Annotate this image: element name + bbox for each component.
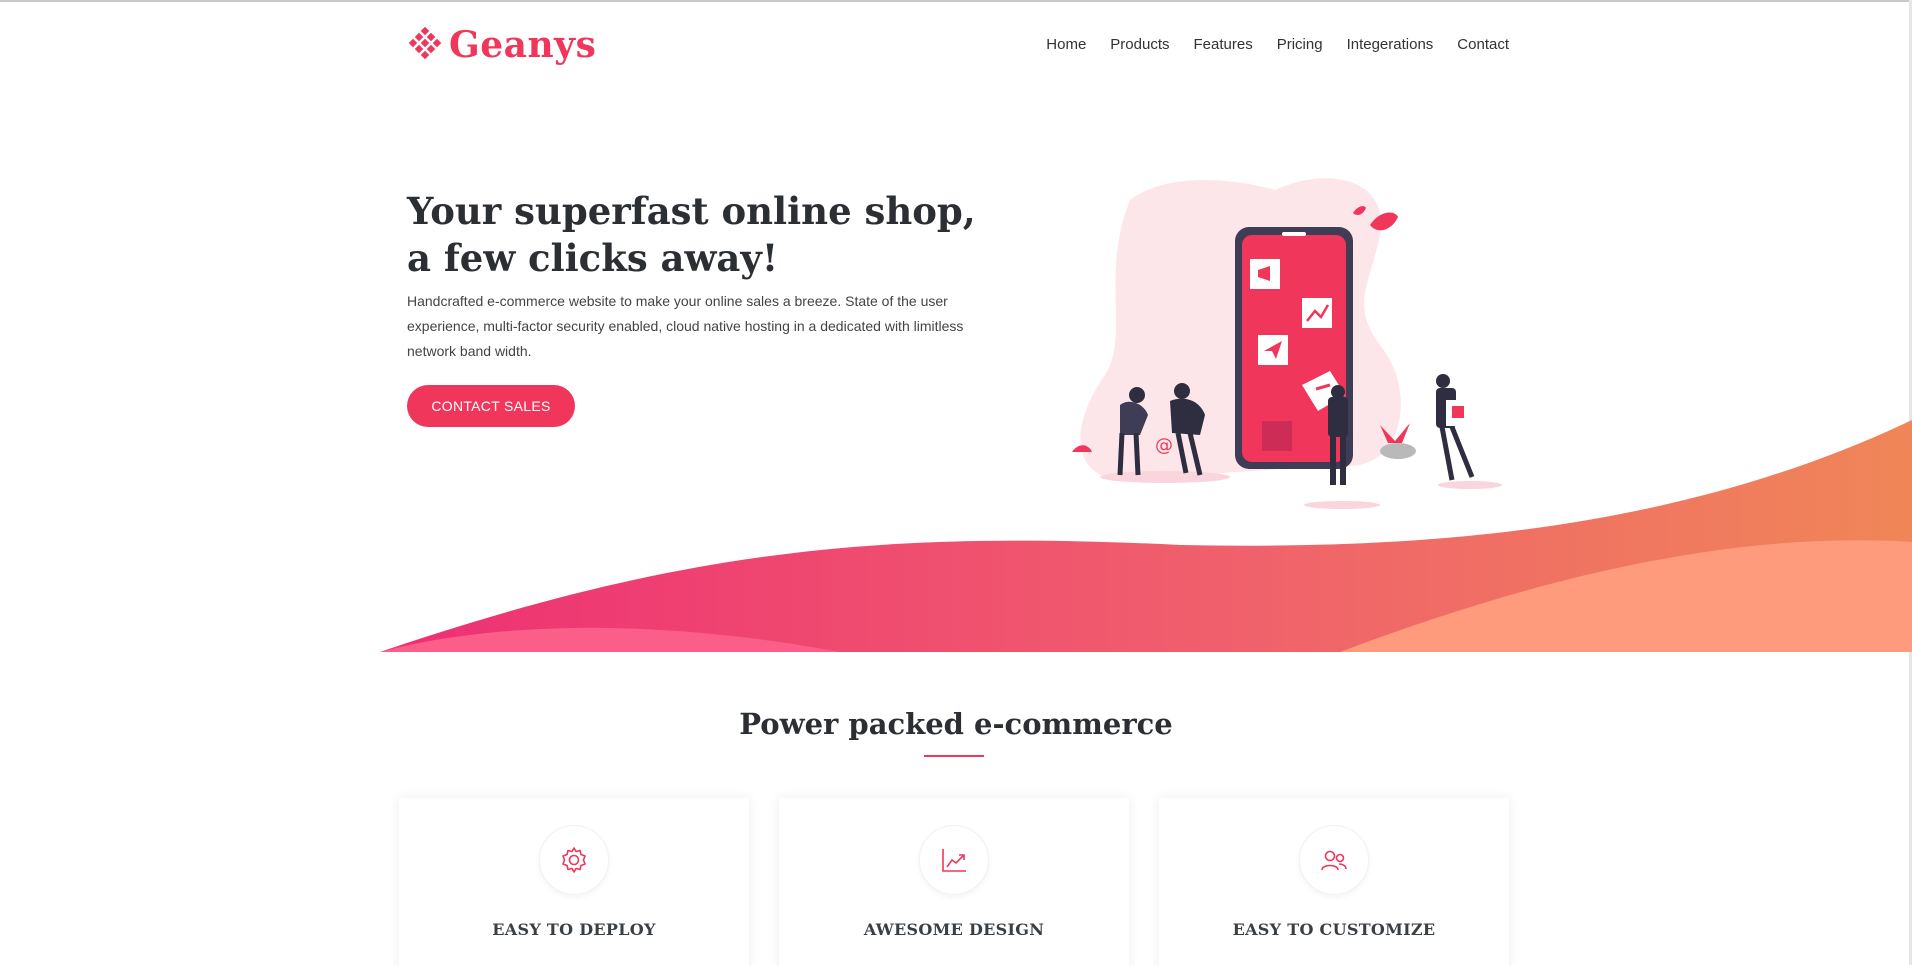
feature-icon-circle: [1299, 825, 1369, 895]
nav-pricing[interactable]: Pricing: [1277, 36, 1323, 53]
nav-features[interactable]: Features: [1194, 36, 1253, 53]
hero-illustration: @: [1072, 178, 1502, 509]
nav-products[interactable]: Products: [1110, 36, 1169, 53]
features-section-title: Power packed e-commerce: [739, 707, 1173, 741]
feature-title: EASY TO DEPLOY: [492, 920, 656, 939]
feature-icon-circle: [919, 825, 989, 895]
nav-integrations[interactable]: Integerations: [1347, 36, 1434, 53]
feature-card-customize: EASY TO CUSTOMIZE: [1159, 798, 1509, 965]
svg-text:@: @: [1155, 435, 1173, 456]
nav-home[interactable]: Home: [1046, 36, 1086, 53]
feature-icon-circle: [539, 825, 609, 895]
hero-title: Your superfast online shop, a few clicks…: [407, 189, 976, 280]
site-header: Geanys Home Products Features Pricing In…: [407, 22, 1509, 72]
feature-card-deploy: EASY TO DEPLOY: [399, 798, 749, 965]
logo[interactable]: Geanys: [407, 22, 596, 67]
hero-description: Handcrafted e-commerce website to make y…: [407, 293, 964, 359]
nav-contact[interactable]: Contact: [1457, 36, 1509, 53]
main-nav: Home Products Features Pricing Integerat…: [1022, 36, 1509, 53]
logo-diamond-icon: [408, 26, 442, 59]
window-top-border: [0, 0, 1912, 2]
feature-title: EASY TO CUSTOMIZE: [1232, 920, 1436, 939]
feature-card-design: AWESOME DESIGN: [779, 798, 1129, 965]
gear-icon: [562, 847, 586, 873]
brand-name: Geanys: [449, 23, 597, 66]
feature-title: AWESOME DESIGN: [863, 920, 1045, 939]
users-icon: [1321, 850, 1347, 871]
title-underline: [924, 755, 984, 757]
chart-icon: [942, 849, 966, 872]
